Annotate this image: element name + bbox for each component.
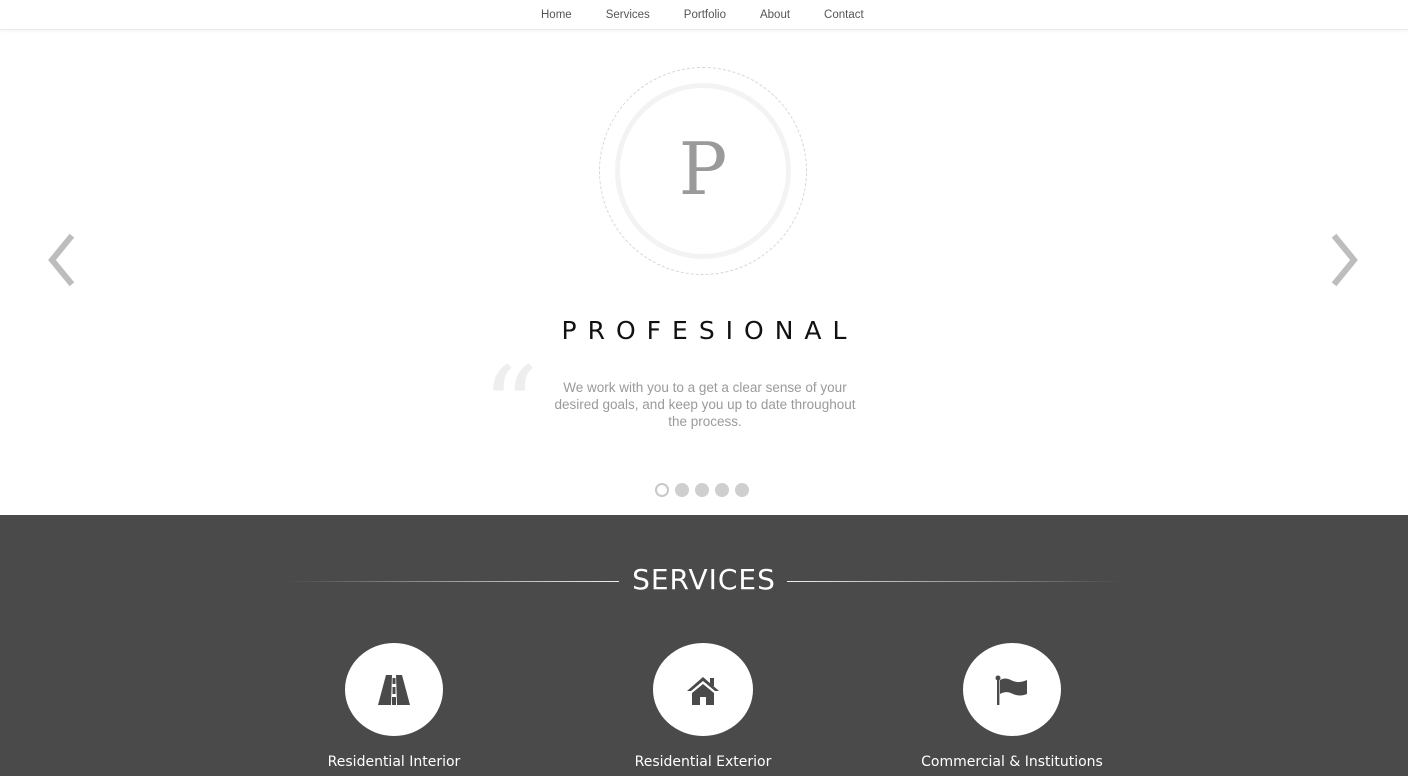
slider-next-button[interactable] [1324,230,1364,290]
slider-dot-3[interactable] [695,483,709,497]
slider-dot-1[interactable] [655,483,669,497]
nav-item-services[interactable]: Services [589,9,667,21]
service-label: Residential Interior [327,754,461,770]
service-label: Residential Exterior [634,754,772,770]
slide-quote-text: We work with you to a get a clear sense … [554,380,856,429]
brand-logo-circle: P [599,67,807,275]
service-item-residential-exterior: Residential Exterior [553,643,853,770]
nav-item-portfolio[interactable]: Portfolio [667,9,743,21]
service-item-commercial-institutions: Commercial & Institutions [862,643,1162,770]
slider-dot-4[interactable] [715,483,729,497]
service-icon-button[interactable] [653,643,753,736]
chevron-left-icon [48,233,75,287]
hero-slider: P PROFESIONAL “ We work with you to a ge… [0,30,1408,515]
services-heading: SERVICES [632,563,776,596]
brand-logo-letter: P [678,127,728,211]
service-icon-button[interactable] [345,643,443,736]
nav-item-home[interactable]: Home [524,9,589,21]
nav-item-about[interactable]: About [743,9,807,21]
slider-prev-button[interactable] [42,230,82,290]
brand-logo-inner-ring: P [615,83,791,259]
slide-title: PROFESIONAL [561,316,858,345]
service-icon-button[interactable] [963,643,1061,736]
flag-icon [995,675,1027,705]
slider-dot-2[interactable] [675,483,689,497]
service-item-residential-interior: Residential Interior [244,643,544,770]
chevron-right-icon [1331,233,1358,287]
home-icon [687,676,719,705]
service-label: Commercial & Institutions [921,754,1103,770]
heading-divider-right [787,581,1122,582]
nav-item-contact[interactable]: Contact [807,9,881,21]
services-section: SERVICES Residential Interior Residentia… [0,515,1408,776]
quote-mark-icon: “ [482,343,539,471]
top-navigation-bar: Home Services Portfolio About Contact [0,0,1408,30]
road-icon [378,674,410,705]
slider-pagination [655,483,749,497]
slider-dot-5[interactable] [735,483,749,497]
nav-menu: Home Services Portfolio About Contact [524,0,881,30]
